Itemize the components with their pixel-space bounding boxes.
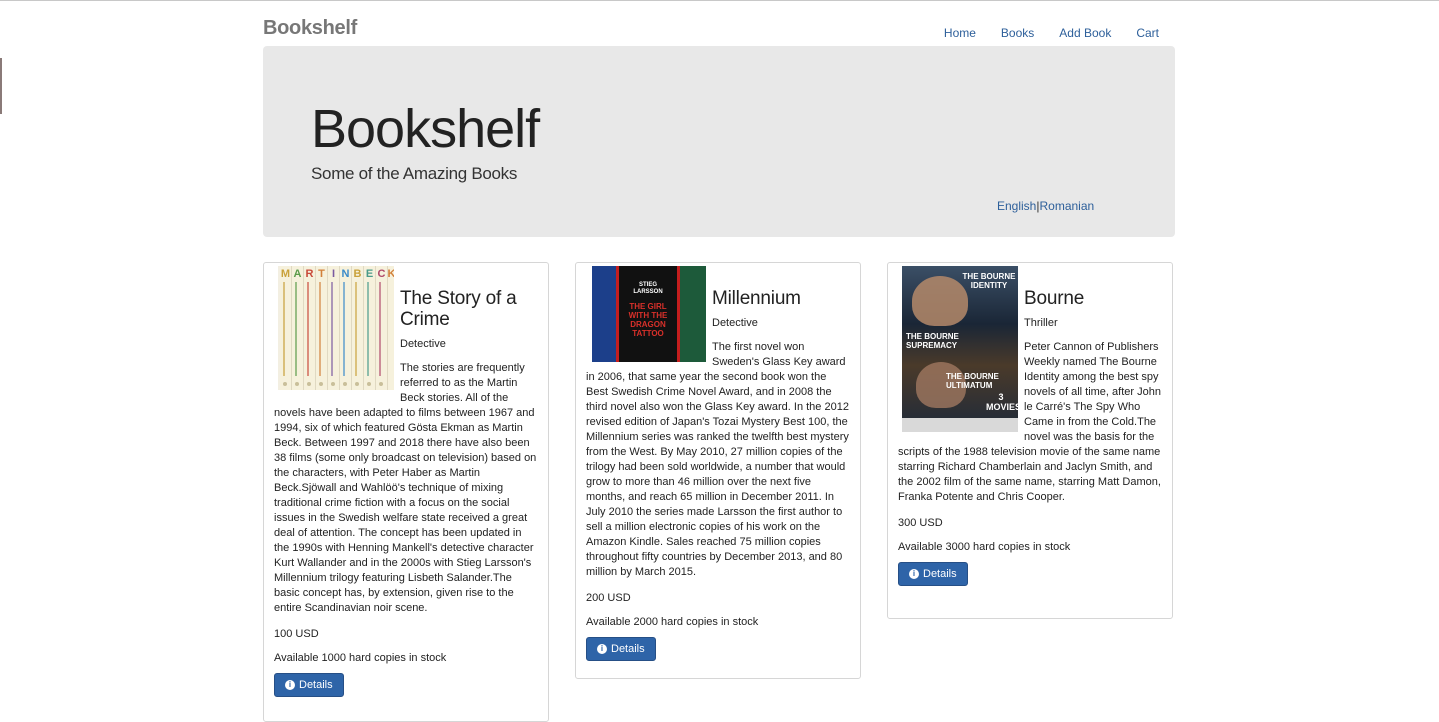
details-button-label: Details xyxy=(923,568,957,580)
page-container: Bookshelf Home Books Add Book Cart Books… xyxy=(263,0,1175,722)
nav-links: Home Books Add Book Cart xyxy=(919,26,1159,40)
nav-link-books[interactable]: Books xyxy=(1001,26,1034,40)
details-button[interactable]: i Details xyxy=(274,673,344,697)
jumbotron: Bookshelf Some of the Amazing Books Engl… xyxy=(263,46,1175,237)
book-card-bourne: THE BOURNE IDENTITY THE BOURNE SUPREMACY… xyxy=(887,262,1173,619)
cover-title-line: TATTOO xyxy=(632,329,664,338)
book-price: 100 USD xyxy=(274,628,319,640)
details-button[interactable]: i Details xyxy=(586,637,656,661)
language-switcher: English|Romanian xyxy=(997,199,1094,213)
cover-movie-count: 3 MOVIES xyxy=(986,392,1018,412)
nav-link-cart[interactable]: Cart xyxy=(1136,26,1159,40)
nav-link-add-book[interactable]: Add Book xyxy=(1059,26,1111,40)
navbar-brand[interactable]: Bookshelf xyxy=(263,17,357,40)
book-price: 200 USD xyxy=(586,592,631,604)
scroll-marker xyxy=(0,58,2,114)
book-description: The first novel won Sweden's Glass Key a… xyxy=(586,341,849,578)
cover-title-ultimatum: THE BOURNE ULTIMATUM xyxy=(946,372,999,390)
cover-spine-stripes xyxy=(283,282,383,386)
cover-title-line: WITH THE xyxy=(628,311,668,320)
cover-title-supremacy: THE BOURNE SUPREMACY xyxy=(906,332,959,350)
book-stock: Available 2000 hard copies in stock xyxy=(586,616,759,628)
navbar: Bookshelf Home Books Add Book Cart xyxy=(263,0,1175,46)
cover-author: LARSSON xyxy=(633,289,663,295)
book-cover-image: THE BOURNE IDENTITY THE BOURNE SUPREMACY… xyxy=(902,266,1018,432)
cover-title-identity: THE BOURNE IDENTITY xyxy=(962,272,1016,290)
cover-title-line: DRAGON xyxy=(630,320,666,329)
cover-book-center: STIEG LARSSON THE GIRL WITH THE DRAGON T… xyxy=(616,266,680,362)
jumbotron-title: Bookshelf xyxy=(311,99,540,159)
book-price: 300 USD xyxy=(898,517,943,529)
book-cover-image: STIEG LARSSON THE GIRL WITH THE DRAGON T… xyxy=(590,266,706,362)
book-cover-image: M A R T I N B E C K xyxy=(278,266,394,390)
cover-book-right xyxy=(676,266,706,362)
info-circle-icon: i xyxy=(909,569,919,579)
info-circle-icon: i xyxy=(285,680,295,690)
details-button-label: Details xyxy=(611,643,645,655)
jumbotron-subtitle: Some of the Amazing Books xyxy=(311,164,518,183)
book-stock: Available 3000 hard copies in stock xyxy=(898,541,1071,553)
book-card-millennium: STIEG LARSSON THE GIRL WITH THE DRAGON T… xyxy=(575,262,861,679)
cover-author: STIEG xyxy=(638,282,657,288)
book-stock: Available 1000 hard copies in stock xyxy=(274,652,447,664)
info-circle-icon: i xyxy=(597,644,607,654)
cover-title-line: THE GIRL xyxy=(629,302,667,311)
lang-english-link[interactable]: English xyxy=(997,199,1036,213)
nav-link-home[interactable]: Home xyxy=(944,26,976,40)
book-card-story-of-a-crime: M A R T I N B E C K The Story of a Crime… xyxy=(263,262,549,722)
details-button-label: Details xyxy=(299,679,333,691)
lang-romanian-link[interactable]: Romanian xyxy=(1039,199,1094,213)
book-description: The stories are frequently referred to a… xyxy=(274,362,537,614)
details-button[interactable]: i Details xyxy=(898,562,968,586)
